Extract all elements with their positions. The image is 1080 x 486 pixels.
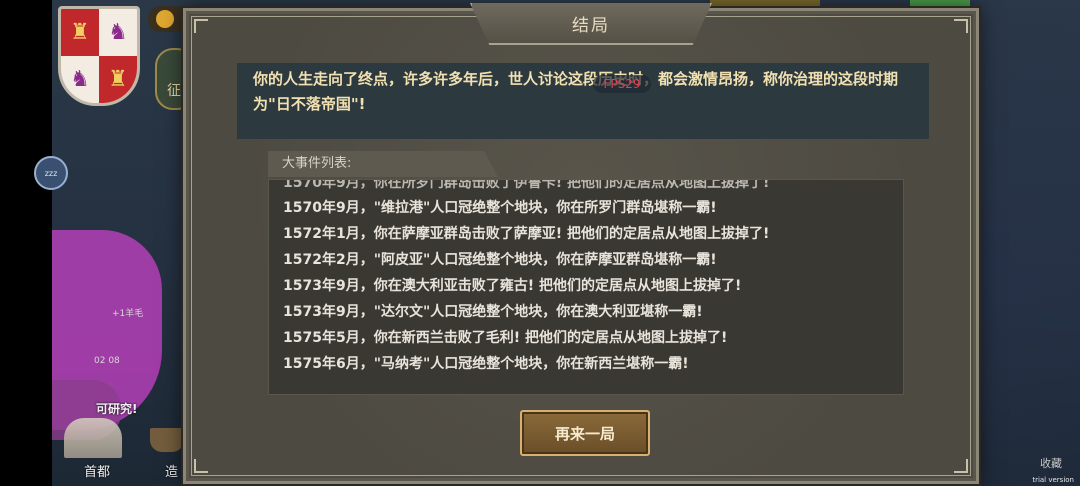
events-list-header-label: 大事件列表:: [282, 156, 352, 171]
ending-dialog: 结局 你的人生走向了终点，许多许多年后，世人讨论这段历史时，都会激情昂扬，称你治…: [183, 3, 979, 484]
event-row: 1572年2月，"阿皮亚"人口冠绝整个地块，你在萨摩亚群岛堪称一霸!: [283, 252, 717, 268]
frame-corner: [194, 459, 208, 473]
gold-coin-icon[interactable]: [148, 6, 188, 32]
frame-corner: [954, 459, 968, 473]
dialog-title-tab: 结局: [470, 3, 712, 45]
timer-label: 02 08: [94, 356, 120, 366]
event-row: 1573年9月，"达尔文"人口冠绝整个地块，你在澳大利亚堪称一霸!: [283, 304, 703, 320]
build-button-label[interactable]: 造: [165, 461, 178, 480]
research-available-label[interactable]: 可研究!: [96, 400, 137, 417]
event-row: 1572年1月，你在萨摩亚群岛击败了萨摩亚! 把他们的定居点从地图上拔掉了!: [283, 226, 770, 242]
coat-of-arms-icon[interactable]: ♜ ♞ ♞ ♜: [58, 6, 140, 106]
collect-button-label[interactable]: 收藏: [1040, 455, 1062, 471]
left-edge: [0, 0, 52, 486]
lion-icon: ♞: [108, 20, 128, 45]
castle-icon: ♜: [70, 20, 90, 45]
fps-counter: FPS29: [593, 75, 651, 93]
top-status-strip: [910, 0, 970, 8]
event-row-partial: 1570年9月，你在所罗门群岛击败了伊鲁卡! 把他们的定居点从地图上拔掉了!: [283, 179, 770, 191]
events-list-header: 大事件列表:: [268, 151, 498, 177]
frame-corner: [194, 19, 208, 33]
events-list[interactable]: 1570年9月，你在所罗门群岛击败了伊鲁卡! 把他们的定居点从地图上拔掉了! 1…: [268, 179, 904, 395]
castle-icon: ♜: [108, 67, 128, 92]
replay-button[interactable]: 再来一局: [520, 410, 650, 456]
zzz-label: zzz: [44, 168, 58, 178]
lion-icon: ♞: [70, 67, 90, 92]
event-row: 1573年9月，你在澳大利亚击败了雍古! 把他们的定居点从地图上拔掉了!: [283, 278, 742, 294]
ending-message: 你的人生走向了终点，许多许多年后，世人讨论这段历史时，都会激情昂扬，称你治理的这…: [253, 70, 899, 113]
event-row: 1575年5月，你在新西兰击败了毛利! 把他们的定居点从地图上拔掉了!: [283, 330, 728, 346]
capital-button-label[interactable]: 首都: [84, 461, 110, 480]
capital-building-icon[interactable]: [64, 418, 122, 458]
event-row: 1575年6月，"马纳考"人口冠绝整个地块，你在新西兰堪称一霸!: [283, 356, 689, 372]
sleep-units-button[interactable]: zzz: [34, 156, 68, 190]
trial-version-label: trial version: [1032, 476, 1074, 484]
ending-message-box: 你的人生走向了终点，许多许多年后，世人讨论这段历史时，都会激情昂扬，称你治理的这…: [237, 63, 929, 139]
wool-resource-label: +1羊毛: [112, 309, 144, 319]
frame-corner: [954, 19, 968, 33]
dialog-title: 结局: [572, 15, 610, 36]
ship-icon[interactable]: [150, 428, 184, 452]
event-row: 1570年9月，"维拉港"人口冠绝整个地块，你在所罗门群岛堪称一霸!: [283, 200, 717, 216]
top-resource-strip: [710, 0, 820, 8]
